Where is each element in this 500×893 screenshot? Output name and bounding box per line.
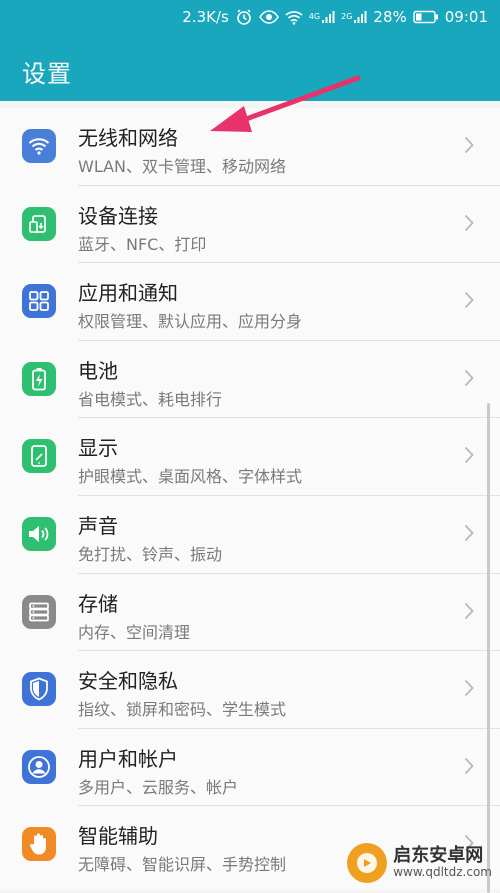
page-title: 设置 [22, 60, 72, 88]
settings-item-title: 用户和帐户 [78, 746, 178, 771]
settings-list: 无线和网络 WLAN、双卡管理、移动网络 设备连接 蓝牙、NFC、打印 应用和通… [0, 108, 500, 893]
chevron-right-icon [464, 369, 474, 386]
settings-item-security[interactable]: 安全和隐私 指纹、锁屏和密码、学生模式 [0, 651, 500, 729]
apps-icon [22, 284, 56, 319]
settings-item-apps[interactable]: 应用和通知 权限管理、默认应用、应用分身 [0, 263, 500, 341]
wifi-status-icon [285, 10, 303, 25]
alarm-icon [235, 8, 253, 26]
settings-item-subtitle: WLAN、双卡管理、移动网络 [78, 157, 287, 176]
scrollbar[interactable] [487, 403, 490, 893]
watermark-url: www.qdltdz.com [393, 865, 492, 880]
user-icon [22, 749, 56, 784]
status-bar: 2.3K/s 4G 2G 28% 09:01 [182, 6, 488, 28]
settings-item-title: 设备连接 [78, 203, 158, 228]
storage-icon [22, 594, 56, 629]
settings-item-subtitle: 无障碍、智能识屏、手势控制 [78, 855, 287, 875]
settings-item-subtitle: 多用户、云服务、帐户 [78, 777, 239, 797]
chevron-right-icon [464, 292, 474, 309]
chevron-right-icon [464, 214, 474, 231]
clock: 09:01 [444, 8, 488, 26]
settings-item-users[interactable]: 用户和帐户 多用户、云服务、帐户 [0, 729, 500, 807]
chevron-right-icon [464, 602, 474, 619]
watermark-logo-icon [347, 843, 388, 883]
battery-percent: 28% [373, 8, 407, 26]
eye-comfort-icon [258, 9, 279, 25]
chevron-right-icon [464, 757, 474, 774]
battery-status-icon [413, 10, 439, 24]
settings-item-device-connection[interactable]: 设备连接 蓝牙、NFC、打印 [0, 186, 500, 264]
app-header: 2.3K/s 4G 2G 28% 09:01 设置 [0, 0, 500, 101]
hand-icon [22, 827, 56, 862]
sim2-signal-icon: 2G [341, 10, 367, 24]
settings-item-battery[interactable]: 电池 省电模式、耗电排行 [0, 341, 500, 419]
settings-item-title: 安全和隐私 [78, 669, 178, 694]
settings-item-title: 声音 [78, 513, 118, 538]
shield-icon [22, 672, 56, 707]
settings-item-title: 显示 [78, 436, 118, 461]
chevron-right-icon [464, 136, 474, 154]
settings-item-title: 存储 [78, 591, 118, 616]
device-connect-icon [22, 206, 56, 241]
chevron-right-icon [464, 524, 474, 542]
settings-item-wireless[interactable]: 无线和网络 WLAN、双卡管理、移动网络 [0, 108, 500, 186]
settings-item-storage[interactable]: 存储 内存、空间清理 [0, 574, 500, 652]
wifi-icon [22, 129, 56, 163]
settings-item-subtitle: 蓝牙、NFC、打印 [78, 234, 207, 254]
settings-item-subtitle: 免打扰、铃声、振动 [78, 544, 223, 564]
settings-item-display[interactable]: 显示 护眼模式、桌面风格、字体样式 [0, 418, 500, 496]
settings-item-subtitle: 省电模式、耗电排行 [78, 389, 223, 409]
settings-item-title: 电池 [78, 358, 118, 383]
settings-item-title: 无线和网络 [78, 126, 178, 150]
sim1-signal-icon: 4G [309, 10, 335, 24]
settings-item-title: 应用和通知 [78, 281, 178, 306]
chevron-right-icon [464, 680, 474, 697]
settings-item-subtitle: 指纹、锁屏和密码、学生模式 [78, 700, 287, 720]
network-speed: 2.3K/s [182, 8, 229, 26]
settings-item-title: 智能辅助 [78, 824, 158, 849]
settings-item-subtitle: 护眼模式、桌面风格、字体样式 [78, 467, 303, 487]
battery-icon [22, 361, 56, 396]
chevron-right-icon [464, 447, 474, 464]
settings-item-subtitle: 内存、空间清理 [78, 622, 191, 642]
settings-item-subtitle: 权限管理、默认应用、应用分身 [78, 312, 303, 332]
settings-item-sound[interactable]: 声音 免打扰、铃声、振动 [0, 496, 500, 574]
display-icon [22, 439, 56, 474]
watermark: 启东安卓网 www.qdltdz.com [347, 843, 492, 883]
sound-icon [22, 516, 56, 551]
watermark-name: 启东安卓网 [393, 845, 484, 867]
